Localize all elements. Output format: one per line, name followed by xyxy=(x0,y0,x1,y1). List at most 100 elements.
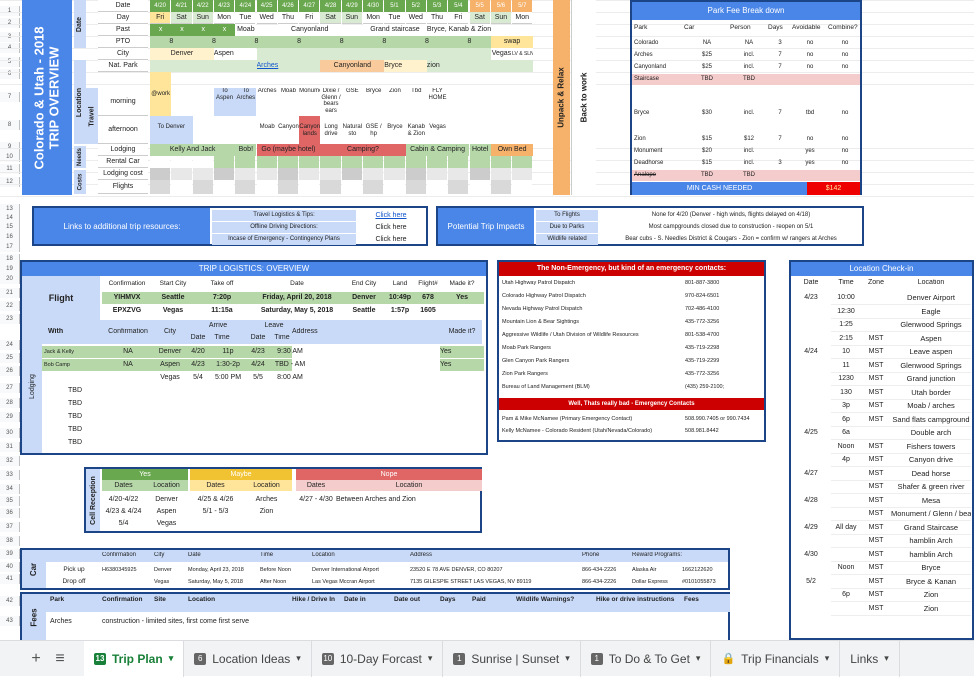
lodging-cost-cell[interactable] xyxy=(469,168,490,180)
day-cell[interactable]: Sun xyxy=(192,12,213,24)
city-cell[interactable]: LV & SLN xyxy=(512,48,534,60)
add-sheet-button[interactable]: + xyxy=(24,650,48,668)
rental-car-cell[interactable] xyxy=(341,156,362,168)
rental-car-cell[interactable] xyxy=(384,156,405,168)
sheet-tab[interactable]: 10 10-Day Forcast ▾ xyxy=(312,640,444,677)
lodging-cell[interactable]: Camping? xyxy=(320,144,406,156)
day-cell[interactable]: Sat xyxy=(469,12,490,24)
morning-cell[interactable]: Dixie / Glenn / bears ears xyxy=(320,88,342,116)
morning-cell[interactable]: Moab xyxy=(277,88,300,116)
rental-car-cell[interactable] xyxy=(490,156,512,168)
sheet-tab[interactable]: 🔒 Trip Financials ▾ xyxy=(711,640,841,677)
day-cell[interactable]: Thu xyxy=(277,12,299,24)
flights-cell[interactable] xyxy=(512,180,533,194)
flights-cell[interactable] xyxy=(256,180,277,194)
rental-car-cell[interactable] xyxy=(299,156,320,168)
flights-cell[interactable] xyxy=(235,180,256,194)
pto-cell[interactable]: 8 xyxy=(235,36,278,48)
date-cell[interactable]: 4/20 xyxy=(150,0,171,12)
pto-cell[interactable]: swap xyxy=(490,36,534,48)
morning-cell[interactable]: To Arches xyxy=(235,88,257,116)
day-cell[interactable]: Mon xyxy=(213,12,235,24)
rental-car-cell[interactable] xyxy=(469,156,490,168)
date-cell[interactable]: 4/21 xyxy=(171,0,192,12)
lodging-cell[interactable]: Own Bed xyxy=(490,144,534,156)
natpark-cell[interactable]: Bryce xyxy=(384,60,427,72)
lodging-cost-cell[interactable] xyxy=(235,168,256,180)
afternoon-cell[interactable]: Long drive xyxy=(320,116,342,144)
afternoon-cell[interactable]: Natural sto xyxy=(341,116,363,144)
lodging-cost-cell[interactable] xyxy=(384,168,405,180)
city-cell[interactable]: Vegas xyxy=(490,48,513,60)
day-cell[interactable]: Mon xyxy=(363,12,384,24)
day-cell[interactable]: Tue xyxy=(384,12,405,24)
day-cell[interactable]: Sat xyxy=(320,12,341,24)
date-cell[interactable]: 4/25 xyxy=(256,0,277,12)
date-cell[interactable]: 5/7 xyxy=(512,0,533,12)
lodging-cell[interactable]: Kelly And Jack xyxy=(150,144,236,156)
flights-cell[interactable] xyxy=(150,180,171,194)
afternoon-cell[interactable]: Kanab & Zion xyxy=(405,116,427,144)
lodging-cost-cell[interactable] xyxy=(150,168,171,180)
afternoon-cell[interactable]: To Denver xyxy=(150,116,193,144)
past-cell[interactable]: x xyxy=(150,24,172,36)
afternoon-cell[interactable]: Canyon lands xyxy=(299,116,321,144)
rental-car-cell[interactable] xyxy=(192,156,213,168)
date-cell[interactable]: 4/30 xyxy=(363,0,384,12)
afternoon-cell[interactable]: Vegas xyxy=(426,116,449,144)
morning-cell[interactable]: Arches xyxy=(256,88,278,116)
lodging-cell[interactable]: Hotel xyxy=(469,144,491,156)
day-cell[interactable]: Fri xyxy=(299,12,320,24)
flights-cell[interactable] xyxy=(192,180,213,194)
past-cell[interactable]: x xyxy=(192,24,214,36)
morning-cell[interactable]: Monument xyxy=(299,88,321,116)
rental-car-cell[interactable] xyxy=(150,156,171,168)
natpark-cell[interactable]: Arches xyxy=(256,60,321,72)
lodging-cost-cell[interactable] xyxy=(256,168,277,180)
flights-cell[interactable] xyxy=(448,180,469,194)
link-click-here[interactable]: Click here xyxy=(360,222,422,233)
pto-cell[interactable]: 8 xyxy=(363,36,406,48)
flights-cell[interactable] xyxy=(405,180,426,194)
day-cell[interactable]: Sun xyxy=(490,12,512,24)
rental-car-cell[interactable] xyxy=(277,156,299,168)
past-cell[interactable]: Grand staircase xyxy=(363,24,427,36)
work-cell[interactable]: @work xyxy=(150,72,172,116)
day-cell[interactable]: Wed xyxy=(256,12,277,24)
date-cell[interactable]: 5/3 xyxy=(426,0,448,12)
past-cell[interactable]: x xyxy=(213,24,236,36)
day-cell[interactable]: Mon xyxy=(512,12,533,24)
lodging-cell[interactable]: Bob! xyxy=(235,144,257,156)
afternoon-cell[interactable]: Moab xyxy=(256,116,278,144)
sheet-tab[interactable]: 1 Sunrise | Sunset ▾ xyxy=(443,640,581,677)
lodging-cost-cell[interactable] xyxy=(171,168,192,180)
date-cell[interactable]: 5/6 xyxy=(490,0,512,12)
pto-cell[interactable]: 8 xyxy=(320,36,363,48)
pto-cell[interactable]: 8 xyxy=(192,36,236,48)
rental-car-cell[interactable] xyxy=(363,156,384,168)
date-cell[interactable]: 5/2 xyxy=(405,0,426,12)
morning-cell[interactable]: GSE xyxy=(341,88,363,116)
city-cell[interactable]: Aspen xyxy=(213,48,257,60)
date-cell[interactable]: 4/22 xyxy=(192,0,213,12)
lodging-cost-cell[interactable] xyxy=(405,168,426,180)
day-cell[interactable]: Sun xyxy=(341,12,362,24)
afternoon-cell[interactable]: GSE / hp xyxy=(363,116,385,144)
pto-cell[interactable]: 8 xyxy=(448,36,491,48)
link-click-here[interactable]: Click here xyxy=(360,210,422,221)
rental-car-cell[interactable] xyxy=(213,156,235,168)
morning-cell[interactable]: Tbd xyxy=(405,88,427,116)
lodging-cost-cell[interactable] xyxy=(192,168,213,180)
lodging-cost-cell[interactable] xyxy=(512,168,533,180)
past-cell[interactable]: Bryce, Kanab & Zion xyxy=(426,24,491,36)
city-cell[interactable]: Denver xyxy=(150,48,214,60)
flights-cell[interactable] xyxy=(426,180,448,194)
day-cell[interactable]: Wed xyxy=(405,12,426,24)
pto-cell[interactable]: 8 xyxy=(277,36,321,48)
lodging-cost-cell[interactable] xyxy=(213,168,235,180)
lodging-cost-cell[interactable] xyxy=(341,168,362,180)
date-cell[interactable]: 4/26 xyxy=(277,0,299,12)
date-cell[interactable]: 4/28 xyxy=(320,0,341,12)
past-cell[interactable]: Moab xyxy=(235,24,257,36)
flights-cell[interactable] xyxy=(320,180,341,194)
